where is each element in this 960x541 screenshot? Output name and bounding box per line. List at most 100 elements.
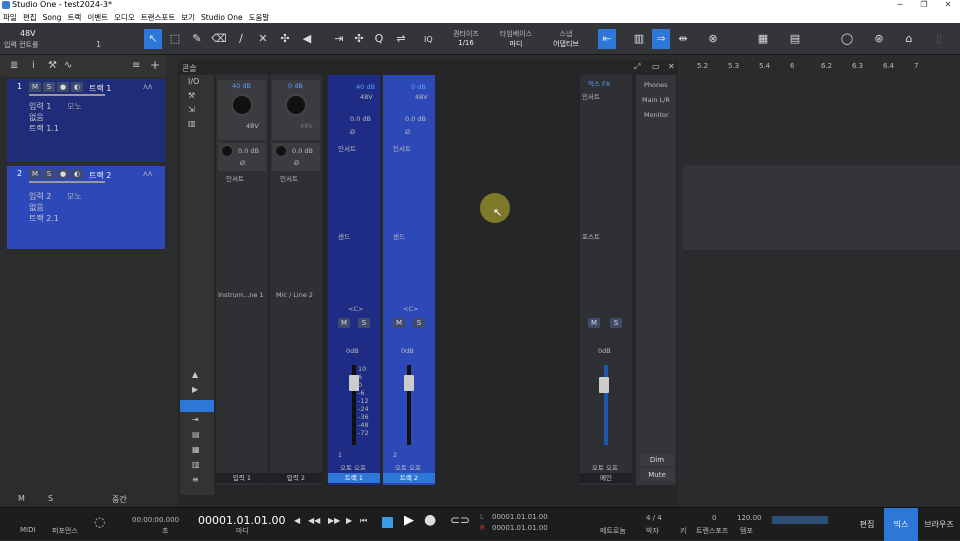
mute-button[interactable]: M (29, 82, 41, 92)
tab-browse[interactable]: 브라우즈 (918, 508, 960, 541)
track-name[interactable]: 트랙 2 (89, 170, 111, 181)
phantom-power-button[interactable]: 48V (300, 122, 313, 130)
info-icon[interactable]: i (32, 60, 35, 71)
iq-button[interactable]: IQ (424, 35, 433, 44)
solo-button[interactable]: S (43, 82, 55, 92)
snap-select[interactable]: 어댑티브 (546, 39, 586, 49)
phantom-power-button[interactable]: 48V (415, 93, 428, 101)
channel-label[interactable]: 트랙 1 (328, 473, 380, 483)
meter-icon[interactable]: ▥ (192, 460, 200, 469)
range-tool-icon[interactable]: ⬚ (166, 29, 184, 49)
mute-button[interactable]: M (29, 169, 41, 179)
grid-view-icon[interactable]: ▦ (754, 29, 772, 49)
return-zero-icon[interactable]: ⏮ (360, 516, 367, 526)
gain-knob[interactable] (285, 94, 307, 116)
bars-icon[interactable]: ≡ (192, 475, 199, 484)
collapse-icon[interactable]: ▶ (192, 385, 198, 394)
io-button[interactable]: I/O (188, 77, 199, 86)
main-lr-button[interactable]: Main L/R (642, 96, 670, 104)
crosshair-icon[interactable]: ⊗ (704, 29, 722, 49)
wrench-icon[interactable]: ⚒ (48, 60, 57, 71)
tempo-value[interactable]: 120.00 (737, 514, 762, 522)
add-track-icon[interactable]: + (150, 58, 160, 72)
list-view-icon[interactable]: ▤ (192, 430, 200, 439)
expand-icon[interactable]: ⤢ (634, 62, 640, 72)
gain-knob[interactable] (231, 94, 253, 116)
monitor-button[interactable]: ◐ (71, 169, 83, 179)
left-locator-value[interactable]: 00001.01.01.00 (492, 513, 548, 521)
piano-icon[interactable]: ▦ (192, 445, 200, 454)
user-icon[interactable]: ◯ (838, 29, 856, 49)
pan-control[interactable]: <C> (403, 305, 418, 313)
send-icon[interactable]: ⇥ (192, 415, 199, 424)
window-icon[interactable]: ▭ (652, 62, 660, 71)
arrow-tool-icon[interactable]: ↖ (144, 29, 162, 49)
record-arm-button[interactable]: ● (57, 169, 69, 179)
rewind-start-icon[interactable]: ◀ (294, 516, 300, 525)
play-button[interactable]: ▶ (404, 513, 414, 528)
marker-icon[interactable]: ⇹ (674, 29, 692, 49)
input-select[interactable]: 입력 2 (29, 191, 51, 202)
tab-mix[interactable]: 믹스 (884, 508, 918, 541)
global-mute-button[interactable]: M (18, 494, 25, 503)
mix-fx-select[interactable]: 믹스 FX (588, 78, 610, 88)
menu-studio-one[interactable]: Studio One (198, 12, 246, 23)
automation-button[interactable]: 오토 오프 (395, 462, 421, 472)
transpose-value[interactable]: 0 (712, 514, 716, 522)
insert-label[interactable]: 인서트 (226, 173, 244, 183)
phase-button[interactable]: Ø (294, 159, 299, 167)
stop-button[interactable] (382, 517, 393, 528)
solo-button[interactable]: S (358, 318, 370, 328)
insert-label[interactable]: 인서트 (582, 91, 600, 101)
mute-button[interactable]: M (393, 318, 405, 328)
snap-toggle-icon[interactable]: ⇤ (598, 29, 616, 49)
list-icon[interactable]: ≣ (10, 60, 18, 71)
monitor-button[interactable]: ◐ (71, 82, 83, 92)
fx-select[interactable]: 없음 (29, 202, 44, 213)
insert-label[interactable]: 인서트 (338, 143, 356, 153)
input-select[interactable]: 입력 1 (29, 101, 51, 112)
solo-button[interactable]: S (610, 318, 622, 328)
dim-button[interactable]: Dim (640, 454, 674, 466)
volume-fader[interactable] (599, 377, 609, 393)
phase-button[interactable]: Ø (350, 128, 355, 136)
track-row-1[interactable]: 1 M S ● ◐ 트랙 1 ʌʌ 입력 1 모노 없음 트랙 1.1 (7, 79, 165, 162)
track-lane-area[interactable] (683, 165, 960, 250)
close-button[interactable]: ✕ (940, 0, 956, 11)
follow-icon[interactable]: ⇌ (392, 29, 410, 49)
insert-label[interactable]: 인서트 (393, 143, 411, 153)
mute-output-button[interactable]: Mute (640, 469, 674, 481)
maximize-button[interactable]: ❐ (916, 0, 932, 11)
route-icon[interactable] (180, 400, 214, 412)
automation-button[interactable]: 오토 오프 (340, 462, 366, 472)
wrench-icon[interactable]: ⚒ (188, 91, 195, 100)
mute-button[interactable]: M (338, 318, 350, 328)
loop-button[interactable]: ⊂⊃ (450, 513, 470, 527)
mute-button[interactable]: M (588, 318, 600, 328)
timebase-select[interactable]: 마디 (494, 39, 538, 49)
track-name[interactable]: 트랙 1 (89, 83, 111, 94)
trim-knob[interactable] (221, 145, 233, 157)
fx-select[interactable]: 없음 (29, 112, 44, 123)
edit-toggle-icon[interactable]: ⇒ (652, 29, 670, 49)
expand-up-icon[interactable]: ▲ (192, 370, 198, 379)
close-mixer-icon[interactable]: ✕ (668, 62, 675, 71)
volume-slider[interactable] (29, 94, 105, 96)
record-arm-button[interactable]: ● (57, 82, 69, 92)
solo-button[interactable]: S (413, 318, 425, 328)
volume-slider[interactable] (29, 181, 105, 183)
menu-icon[interactable]: ≡ (132, 60, 140, 71)
paint-tool-icon[interactable]: / (232, 29, 250, 49)
pan-control[interactable]: <C> (348, 305, 363, 313)
automation-button[interactable]: 오토 오프 (592, 462, 618, 472)
global-solo-button[interactable]: S (48, 494, 53, 503)
phase-button[interactable]: Ø (240, 159, 245, 167)
output-select[interactable]: 트랙 1.1 (29, 123, 59, 134)
menu-song[interactable]: Song (40, 12, 65, 23)
split-tool-icon[interactable]: ✎ (188, 29, 206, 49)
insert-label[interactable]: 인서트 (280, 173, 298, 183)
phones-button[interactable]: Phones (644, 81, 668, 89)
inspector-toggle-icon[interactable]: ▥ (630, 29, 648, 49)
sync-icon[interactable]: ⊛ (870, 29, 888, 49)
channel-label[interactable]: 트랙 2 (383, 473, 435, 483)
